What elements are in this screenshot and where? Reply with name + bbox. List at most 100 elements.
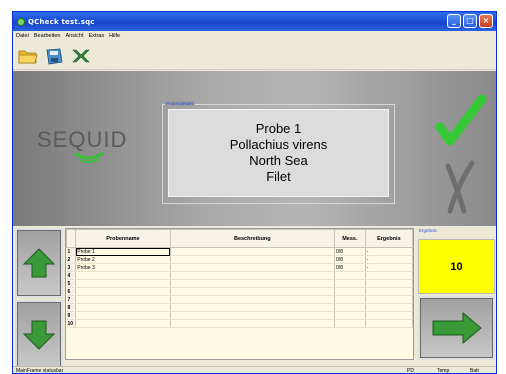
result-legend: Ergebnis <box>419 228 437 233</box>
previous-sample-button[interactable] <box>15 228 63 298</box>
cell-ergebnis[interactable] <box>365 319 414 328</box>
cell-beschreibung[interactable] <box>170 319 335 328</box>
header-mess[interactable]: Mess. <box>333 229 366 248</box>
table-row[interactable]: 5 <box>66 279 414 288</box>
details-type: Filet <box>266 169 291 184</box>
cell-ergebnis[interactable] <box>365 271 414 280</box>
cell-mess[interactable] <box>334 295 366 304</box>
cell-mess[interactable] <box>334 271 366 280</box>
cell-ergebnis[interactable] <box>365 279 414 288</box>
cell-beschreibung[interactable] <box>170 279 335 288</box>
row-number: 5 <box>66 279 77 288</box>
minimize-button[interactable]: _ <box>447 14 461 28</box>
cell-probenname[interactable]: Probe 3 <box>75 263 171 272</box>
cell-beschreibung[interactable] <box>170 255 335 264</box>
status-batt: Batt <box>470 368 479 374</box>
next-sample-down-button[interactable] <box>15 300 63 370</box>
cell-ergebnis[interactable]: - <box>365 255 414 264</box>
cell-ergebnis[interactable] <box>365 295 414 304</box>
row-number: 6 <box>66 287 77 296</box>
cell-beschreibung[interactable] <box>170 271 335 280</box>
menu-hilfe[interactable]: Hilfe <box>109 33 120 39</box>
top-panel: SEQUID Probendetails Probe 1 Pollachius … <box>13 71 496 226</box>
cell-probenname[interactable] <box>75 295 171 304</box>
details-region: North Sea <box>249 153 308 168</box>
bottom-panel: Probenname Beschreibung Mess. Ergebnis 1… <box>13 226 496 370</box>
table-row[interactable]: 3 Probe 3 0/8- <box>66 263 414 272</box>
table-row[interactable]: 9 <box>66 311 414 320</box>
save-disk-icon[interactable] <box>44 46 64 66</box>
cell-probenname[interactable] <box>75 287 171 296</box>
status-bar: MainFrame statusbar PD Temp Batt <box>13 366 496 374</box>
table-row[interactable]: 7 <box>66 295 414 304</box>
open-folder-icon[interactable] <box>18 46 38 66</box>
cell-probenname[interactable] <box>75 279 171 288</box>
cell-mess[interactable] <box>334 287 366 296</box>
cell-beschreibung[interactable] <box>170 287 335 296</box>
menu-datei[interactable]: Datei <box>16 33 29 39</box>
maximize-button[interactable]: □ <box>463 14 477 28</box>
toolbar <box>13 42 496 70</box>
status-temp: Temp <box>437 368 450 374</box>
cell-beschreibung[interactable] <box>170 311 335 320</box>
cell-mess[interactable] <box>334 303 366 312</box>
menu-extras[interactable]: Extras <box>89 33 105 39</box>
menu-bearbeiten[interactable]: Bearbeiten <box>34 33 61 39</box>
cell-ergebnis[interactable]: - <box>365 247 414 256</box>
menu-ansicht[interactable]: Ansicht <box>65 33 83 39</box>
cell-probenname[interactable] <box>75 311 171 320</box>
row-number: 1 <box>66 247 77 256</box>
row-number: 7 <box>66 295 77 304</box>
cell-mess[interactable] <box>334 319 366 328</box>
cell-mess[interactable]: 0/8 <box>334 263 366 272</box>
cell-mess[interactable]: 0/8 <box>334 247 366 256</box>
table-row[interactable]: 8 <box>66 303 414 312</box>
table-row[interactable]: 4 <box>66 271 414 280</box>
cell-beschreibung[interactable] <box>170 303 335 312</box>
cell-beschreibung[interactable] <box>170 263 335 272</box>
table-row[interactable]: 2 Probe 2 0/8- <box>66 255 414 264</box>
cell-ergebnis[interactable] <box>365 303 414 312</box>
cell-ergebnis[interactable] <box>365 311 414 320</box>
result-group: Ergebnis 10 <box>417 228 496 360</box>
header-probenname[interactable]: Probenname <box>75 229 171 248</box>
window-title: QCheck test.sqc <box>28 17 95 26</box>
cell-mess[interactable]: 0/8 <box>334 255 366 264</box>
table-row[interactable]: 10 <box>66 319 414 328</box>
cell-beschreibung[interactable] <box>170 295 335 304</box>
status-pd: PD <box>407 368 414 374</box>
status-indicators <box>426 71 496 226</box>
cell-ergebnis[interactable]: - <box>365 263 414 272</box>
table-row[interactable]: 1 Probe 1 0/8- <box>66 247 414 256</box>
app-icon <box>17 17 25 26</box>
header-ergebnis[interactable]: Ergebnis <box>364 229 414 248</box>
sequid-logo: SEQUID <box>35 113 155 183</box>
cell-ergebnis[interactable] <box>365 287 414 296</box>
cell-probenname[interactable] <box>75 303 171 312</box>
next-button[interactable] <box>418 296 495 360</box>
details-legend: Probendetails <box>165 101 195 106</box>
row-number-header <box>65 229 77 248</box>
cell-mess[interactable] <box>334 311 366 320</box>
table-row[interactable]: 6 <box>66 287 414 296</box>
title-bar[interactable]: QCheck test.sqc _ □ × <box>13 12 496 31</box>
row-number: 10 <box>66 319 77 328</box>
arrow-right-icon <box>432 311 482 345</box>
cell-probenname[interactable]: Probe 2 <box>75 255 171 264</box>
window-controls: _ □ × <box>447 14 493 28</box>
samples-table: Probenname Beschreibung Mess. Ergebnis 1… <box>65 228 414 360</box>
cell-mess[interactable] <box>334 279 366 288</box>
cell-probenname[interactable]: Probe 1 <box>75 247 171 256</box>
cell-probenname[interactable] <box>75 319 171 328</box>
details-panel: Probe 1 Pollachius virens North Sea File… <box>168 109 389 197</box>
svg-text:SEQUID: SEQUID <box>37 127 127 152</box>
cell-probenname[interactable] <box>75 271 171 280</box>
row-number: 9 <box>66 311 77 320</box>
close-button[interactable]: × <box>479 14 493 28</box>
menu-bar: Datei Bearbeiten Ansicht Extras Hilfe <box>13 31 496 41</box>
header-beschreibung[interactable]: Beschreibung <box>169 229 335 248</box>
row-number: 4 <box>66 271 77 280</box>
cell-beschreibung[interactable] <box>170 247 335 256</box>
tools-icon[interactable] <box>70 46 90 66</box>
result-value: 10 <box>418 239 495 294</box>
